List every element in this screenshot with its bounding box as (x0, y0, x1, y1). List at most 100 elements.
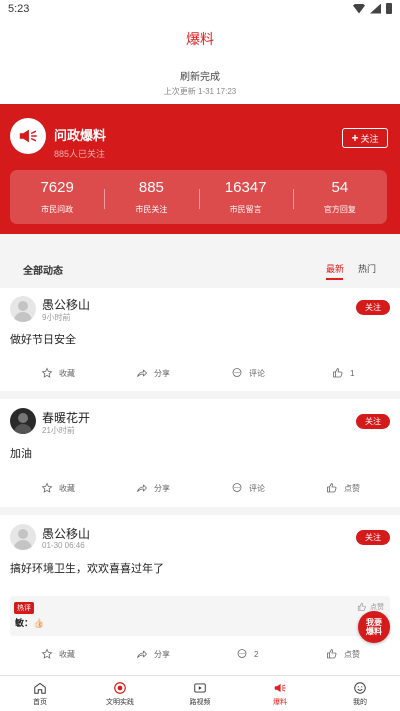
avatar[interactable] (10, 524, 36, 550)
post-actions: 收藏 分享 评论 点赞 (0, 482, 400, 502)
channel-follow-label: 关注 (360, 133, 379, 144)
channel-header: 问政爆料 885人已关注 + 关注 7629 市民问政 885 市民关注 163… (0, 104, 400, 234)
like-label: 点赞 (344, 483, 360, 493)
collect-button[interactable]: 收藏 (41, 482, 75, 494)
star-icon (41, 367, 53, 378)
channel-follow-button[interactable]: + 关注 (342, 128, 388, 148)
thumbs-up-icon (333, 368, 343, 378)
collect-button[interactable]: 收藏 (41, 367, 75, 379)
tab-mine-label: 我的 (353, 698, 367, 706)
tab-mine[interactable]: 我的 (320, 676, 400, 711)
feed-filter-bar: 全部动态 最新 热门 (13, 254, 390, 282)
post-content[interactable]: 加油 (10, 445, 32, 461)
signal-icon (370, 3, 381, 14)
share-button[interactable]: 分享 (136, 482, 170, 494)
share-button[interactable]: 分享 (136, 648, 170, 660)
collect-label: 收藏 (59, 368, 75, 378)
megaphone-icon (19, 129, 37, 143)
fab-line2: 爆料 (366, 627, 382, 636)
tab-report-label: 爆料 (273, 698, 287, 706)
star-icon (41, 482, 53, 493)
share-label: 分享 (154, 483, 170, 493)
post-username[interactable]: 春暖花开 (42, 409, 90, 426)
collect-label: 收藏 (59, 649, 75, 659)
post-time: 9小时前 (42, 313, 71, 322)
video-icon (194, 682, 206, 693)
thumbs-up-icon (327, 483, 337, 493)
status-icons (353, 3, 392, 14)
comment-label: 评论 (249, 368, 265, 378)
like-count: 1 (350, 368, 355, 378)
post-card: 愚公移山 01-30 06:46 关注 搞好环境卫生，欢欢喜喜过年了 热评 敏：… (0, 515, 400, 675)
post-follow-button[interactable]: 关注 (356, 530, 390, 545)
channel-name: 问政爆料 (54, 128, 107, 143)
comment-button[interactable]: 评论 (231, 367, 265, 379)
page-title: 爆料 (186, 31, 214, 47)
post-time: 21小时前 (42, 426, 75, 435)
stat-label: 市民问政 (41, 205, 74, 214)
star-icon (41, 648, 53, 659)
stat-item: 885 市民关注 (104, 179, 198, 215)
comment-icon (237, 649, 247, 658)
post-content[interactable]: 做好节日安全 (10, 331, 76, 347)
share-label: 分享 (154, 649, 170, 659)
badge-icon (114, 681, 126, 694)
tab-video-label: 路视频 (189, 698, 211, 706)
like-button[interactable]: 1 (332, 367, 354, 379)
post-actions: 收藏 分享 2 点赞 (0, 648, 400, 668)
hot-comment[interactable]: 热评 敏：👍🏻 点赞 (10, 596, 390, 636)
post-card: 春暖花开 21小时前 关注 加油 收藏 分享 评论 点赞 (0, 399, 400, 507)
stat-label: 市民留言 (229, 205, 262, 214)
battery-icon (386, 3, 392, 14)
tab-hot[interactable]: 热门 (358, 262, 376, 275)
refresh-indicator: 刷新完成 上次更新 1-31 17:23 (0, 58, 400, 104)
tab-civilization[interactable]: 文明实践 (80, 676, 160, 711)
report-fab-button[interactable]: 我要 爆料 (358, 611, 390, 643)
post-content[interactable]: 搞好环境卫生，欢欢喜喜过年了 (10, 560, 164, 576)
share-button[interactable]: 分享 (136, 367, 170, 379)
stat-label: 市民关注 (135, 205, 168, 214)
share-icon (137, 484, 147, 492)
tab-home[interactable]: 首页 (0, 676, 80, 711)
share-label: 分享 (154, 368, 170, 378)
stat-value: 16347 (224, 179, 267, 196)
hot-comment-tag: 热评 (14, 602, 34, 614)
refresh-last-update: 上次更新 1-31 17:23 (163, 87, 237, 96)
stat-item: 16347 市民留言 (198, 179, 293, 215)
status-bar: 5:23 (0, 0, 400, 20)
stat-value: 885 (138, 179, 164, 196)
avatar[interactable] (10, 408, 36, 434)
top-bar: 爆料 (0, 20, 400, 58)
post-follow-button[interactable]: 关注 (356, 300, 390, 315)
avatar[interactable] (10, 296, 36, 322)
channel-stats: 7629 市民问政 885 市民关注 16347 市民留言 54 官方回复 (10, 170, 387, 224)
tab-report[interactable]: 爆料 (240, 676, 320, 711)
tab-video[interactable]: 路视频 (160, 676, 240, 711)
stat-value: 54 (331, 179, 349, 196)
like-button[interactable]: 点赞 (326, 648, 360, 660)
refresh-status: 刷新完成 (180, 72, 220, 83)
collect-button[interactable]: 收藏 (41, 648, 75, 660)
stat-value: 7629 (40, 179, 74, 196)
share-icon (137, 369, 147, 377)
like-button[interactable]: 点赞 (326, 482, 360, 494)
post-username[interactable]: 愚公移山 (42, 296, 90, 313)
fab-line1: 我要 (366, 618, 382, 627)
comment-count: 2 (254, 649, 259, 659)
status-time: 5:23 (8, 3, 30, 15)
thumbs-up-icon (327, 649, 337, 659)
hot-comment-text: 敏：👍🏻 (15, 618, 45, 628)
comment-label: 评论 (249, 483, 265, 493)
tab-home-label: 首页 (33, 698, 47, 706)
stat-item: 7629 市民问政 (10, 179, 104, 215)
thumbs-up-icon (357, 602, 366, 611)
all-posts-label: 全部动态 (23, 266, 63, 277)
post-follow-button[interactable]: 关注 (356, 414, 390, 429)
comment-button[interactable]: 评论 (231, 482, 265, 494)
stat-item: 54 官方回复 (292, 179, 387, 215)
post-username[interactable]: 愚公移山 (42, 525, 90, 542)
tab-latest[interactable]: 最新 (326, 262, 344, 280)
post-time: 01-30 06:46 (42, 541, 85, 550)
bottom-tab-bar: 首页 文明实践 路视频 爆料 我的 (0, 675, 400, 711)
comment-button[interactable]: 2 (236, 648, 258, 660)
